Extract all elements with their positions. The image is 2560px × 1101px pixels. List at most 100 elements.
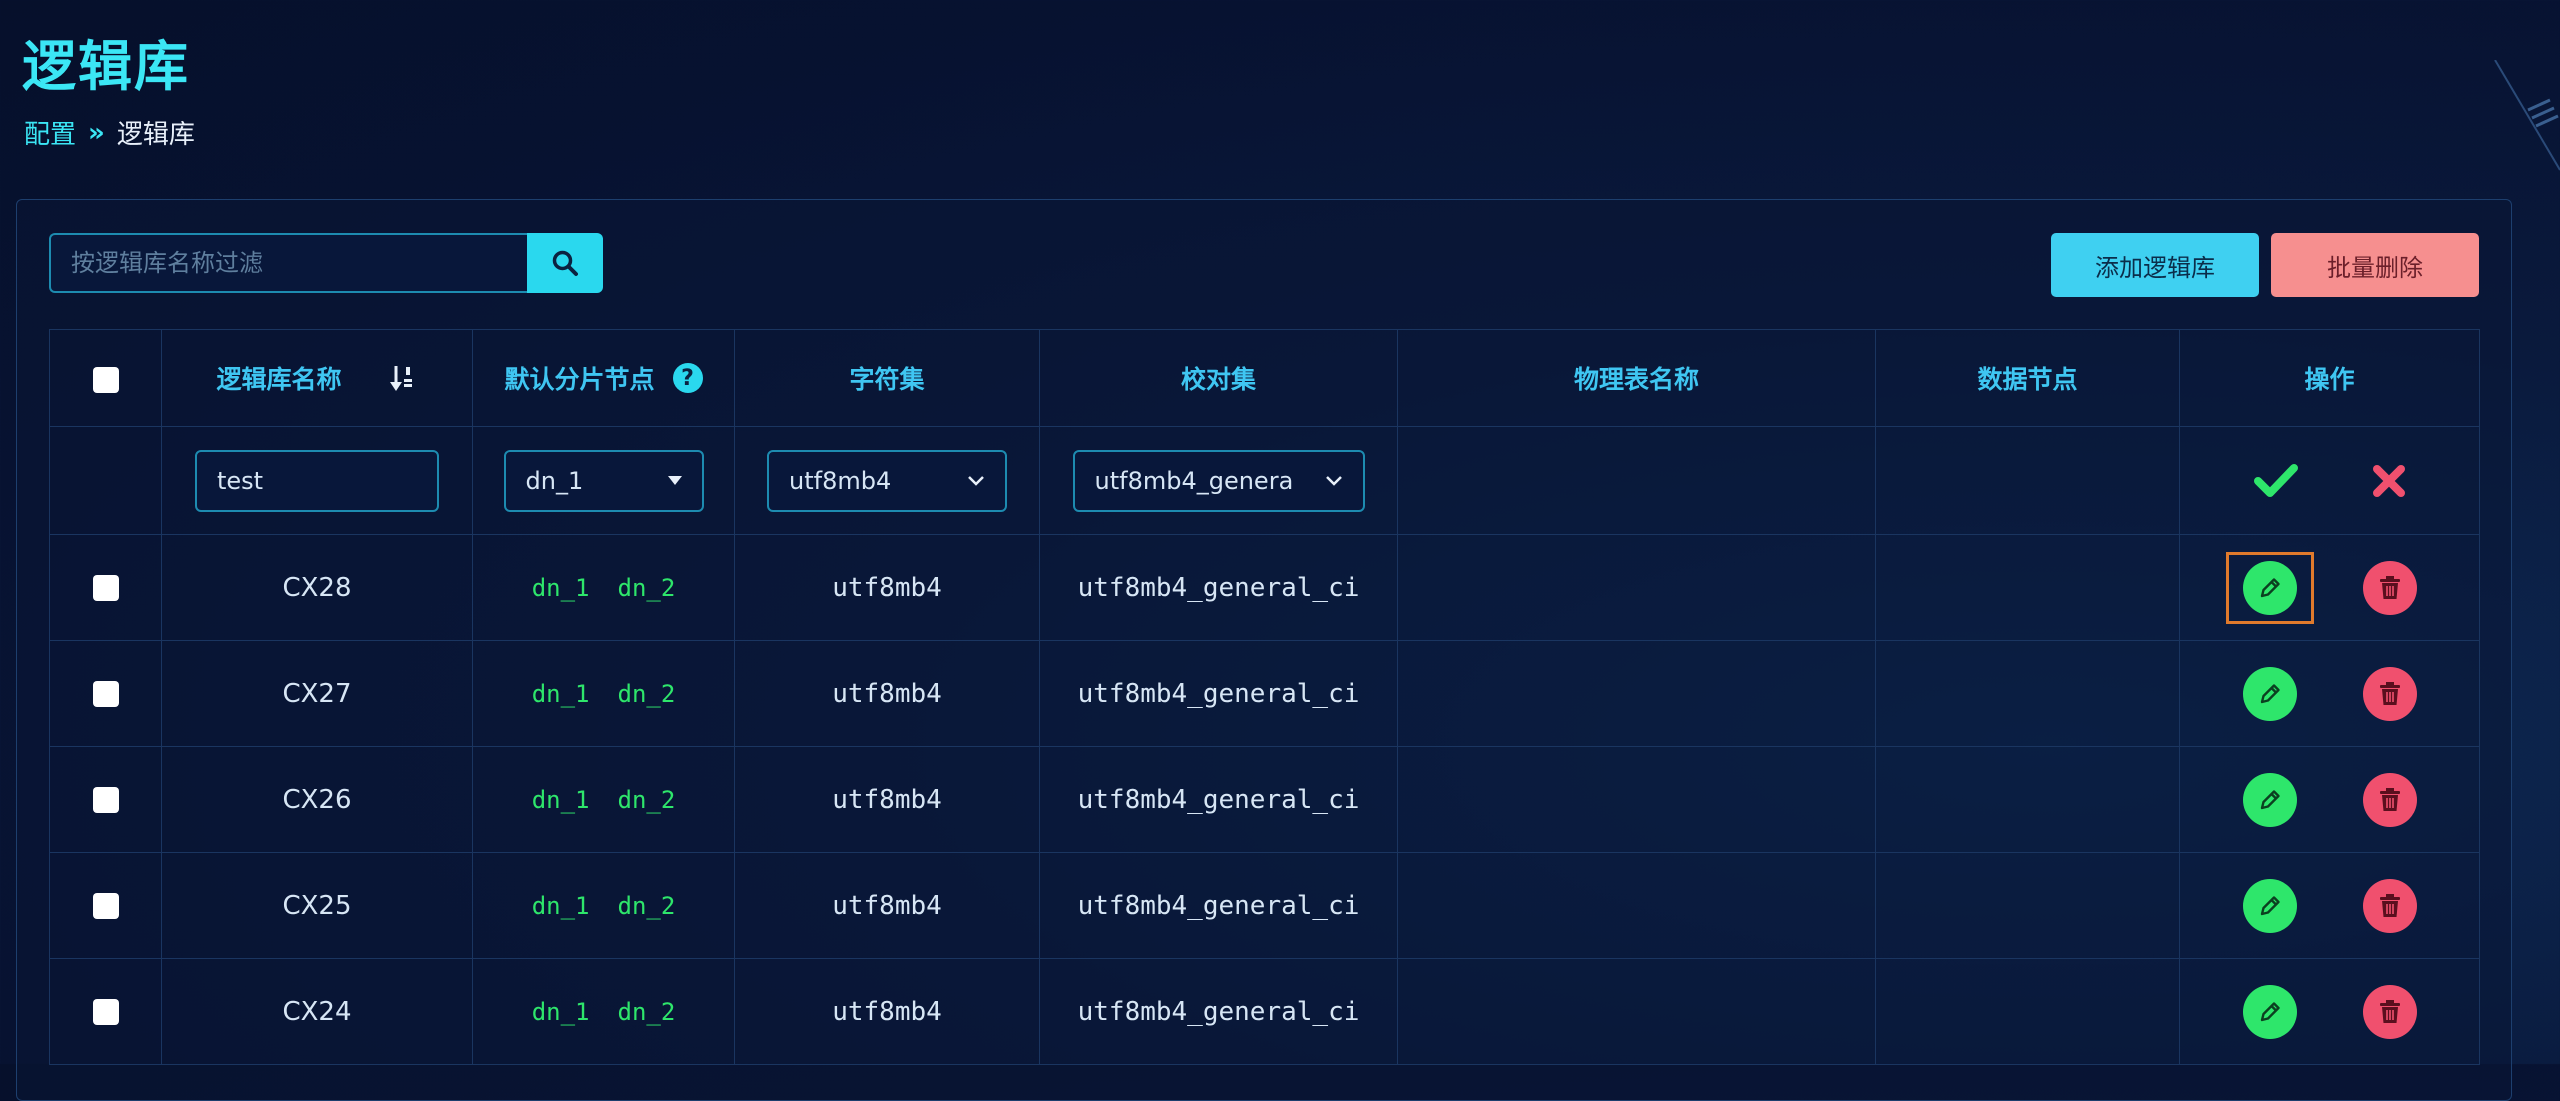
edit-button[interactable] [2242,560,2297,615]
row-checkbox-cell [49,746,162,853]
edit-button[interactable] [2242,878,2297,933]
delete-button[interactable] [2362,666,2417,721]
row-checkbox[interactable] [92,681,119,707]
header-actions: 操作 [2179,329,2480,427]
breadcrumb-parent-link[interactable]: 配置 [24,114,76,151]
header-physical-table: 物理表名称 [1397,329,1876,427]
charset-select[interactable]: utf8mb4 [767,449,1007,512]
breadcrumb-separator: » [88,117,105,148]
batch-delete-button[interactable]: 批量删除 [2271,233,2479,297]
table-row: CX24 dn_1 dn_2 utf8mb4 utf8mb4_general_ci [49,958,2480,1065]
row-collation: utf8mb4_general_ci [1039,534,1398,641]
edit-physical-table-cell [1397,426,1876,535]
row-physical-table [1397,746,1876,853]
select-all-checkbox[interactable] [92,366,119,393]
search-button[interactable] [527,233,603,293]
row-collation: utf8mb4_general_ci [1039,640,1398,747]
node-tag: dn_1 [531,891,590,920]
node-tag: dn_2 [617,785,676,814]
delete-button[interactable] [2362,984,2417,1039]
search-icon [552,250,578,276]
row-physical-table [1397,958,1876,1065]
row-physical-table [1397,852,1876,959]
cancel-x-icon[interactable] [2372,464,2406,498]
edit-button[interactable] [2242,772,2297,827]
row-checkbox[interactable] [92,893,119,919]
name-input[interactable]: test [195,449,439,512]
row-actions [2179,640,2480,747]
table-row: CX28 dn_1 dn_2 utf8mb4 utf8mb4_general_ci [49,534,2480,641]
edit-collation-cell: utf8mb4_genera [1039,426,1398,535]
row-charset: utf8mb4 [734,640,1040,747]
pencil-icon [2260,789,2280,809]
row-name: CX27 [161,640,473,747]
add-logic-db-button[interactable]: 添加逻辑库 [2051,233,2259,297]
row-name: CX26 [161,746,473,853]
header-name[interactable]: 逻辑库名称 [161,329,473,427]
header-data-node: 数据节点 [1875,329,2180,427]
edit-row: test dn_1 utf8mb4 utf8mb4_genera [49,426,2480,535]
node-tag: dn_2 [617,891,676,920]
row-actions [2179,534,2480,641]
row-collation: utf8mb4_general_ci [1039,852,1398,959]
header-default-node: 默认分片节点 ? [472,329,735,427]
edit-button[interactable] [2242,666,2297,721]
pencil-icon [2260,1001,2280,1021]
delete-button[interactable] [2362,560,2417,615]
row-nodes: dn_1 dn_2 [472,958,735,1065]
row-charset: utf8mb4 [734,746,1040,853]
caret-down-icon [667,475,682,485]
row-charset: utf8mb4 [734,852,1040,959]
row-collation: utf8mb4_general_ci [1039,746,1398,853]
confirm-check-icon[interactable] [2253,463,2298,499]
sort-icon[interactable] [388,363,418,393]
table-row: CX27 dn_1 dn_2 utf8mb4 utf8mb4_general_ci [49,640,2480,747]
search-box [49,233,603,293]
trash-icon [2379,787,2400,811]
delete-button[interactable] [2362,878,2417,933]
row-charset: utf8mb4 [734,534,1040,641]
row-checkbox[interactable] [92,999,119,1025]
edit-row-checkbox-cell [49,426,162,535]
delete-button[interactable] [2362,772,2417,827]
breadcrumb: 配置 » 逻辑库 [24,114,195,151]
default-node-select[interactable]: dn_1 [503,449,704,512]
page-title: 逻辑库 [22,35,190,98]
row-checkbox[interactable] [92,575,119,601]
collation-select[interactable]: utf8mb4_genera [1072,449,1365,512]
name-input-value: test [217,466,264,495]
edit-button[interactable] [2242,984,2297,1039]
row-checkbox[interactable] [92,787,119,813]
trash-icon [2379,999,2400,1023]
row-name: CX24 [161,958,473,1065]
charset-select-value: utf8mb4 [789,466,892,495]
header-select-all [49,329,162,427]
row-name: CX25 [161,852,473,959]
header-name-label: 逻辑库名称 [216,365,342,394]
row-collation: utf8mb4_general_ci [1039,958,1398,1065]
decoration-graphic [2494,60,2560,171]
collation-select-value: utf8mb4_genera [1094,466,1294,495]
edit-default-node-cell: dn_1 [472,426,735,535]
row-nodes: dn_1 dn_2 [472,640,735,747]
default-node-select-value: dn_1 [525,466,584,495]
pencil-icon [2260,683,2280,703]
node-tag: dn_1 [531,679,590,708]
trash-icon [2379,893,2400,917]
row-checkbox-cell [49,958,162,1065]
row-charset: utf8mb4 [734,958,1040,1065]
node-tag: dn_2 [617,997,676,1026]
search-input[interactable] [49,233,527,293]
row-actions [2179,852,2480,959]
row-physical-table [1397,534,1876,641]
row-name: CX28 [161,534,473,641]
header-charset: 字符集 [734,329,1040,427]
edit-actions-cell [2179,426,2480,535]
node-tag: dn_1 [531,997,590,1026]
node-tag: dn_1 [531,785,590,814]
focused-edit-outline [2225,551,2314,624]
row-nodes: dn_1 dn_2 [472,534,735,641]
row-nodes: dn_1 dn_2 [472,852,735,959]
help-icon[interactable]: ? [672,363,703,393]
row-data-node [1875,958,2180,1065]
